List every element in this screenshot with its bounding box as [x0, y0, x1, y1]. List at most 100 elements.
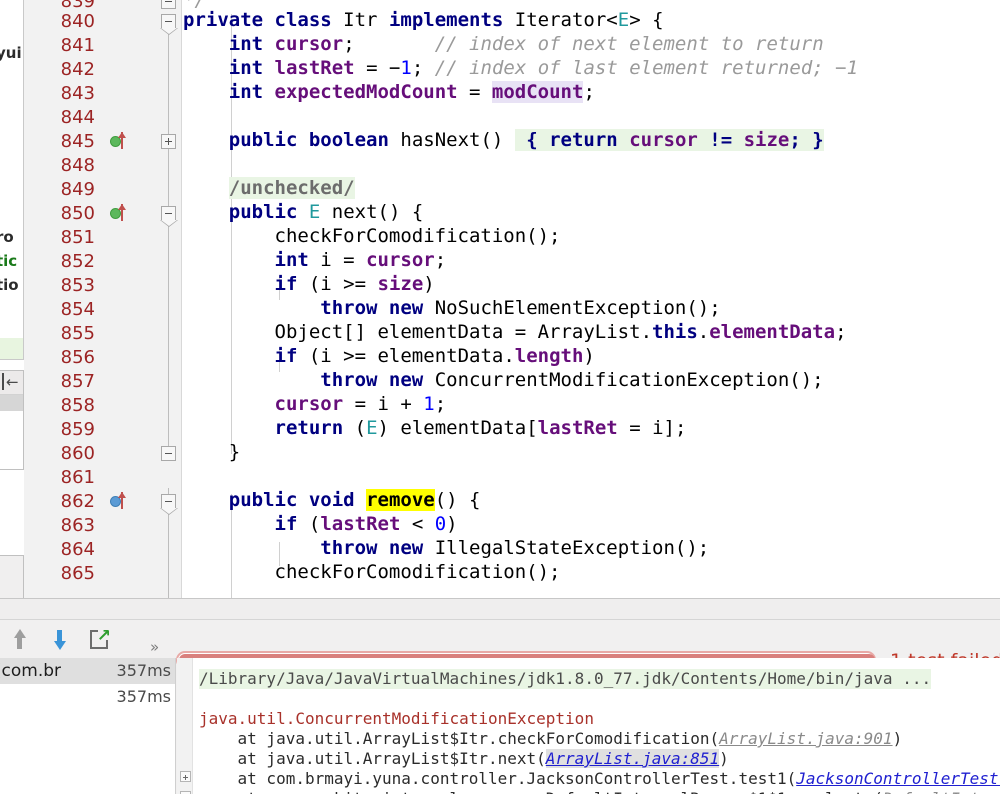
console-stack-line-1[interactable]: at java.util.ArrayList$Itr.next(ArrayLis…: [199, 749, 729, 769]
code-line-841: int cursor; // index of next element to …: [228, 33, 824, 55]
override-arrow-icon[interactable]: [118, 132, 126, 149]
popup-fragment-line-1: ro: [0, 228, 14, 246]
console-stack-line-3[interactable]: at org.mockito.internal.runners.DefaultI…: [199, 789, 1000, 794]
fold-toggle-collapse[interactable]: [160, 14, 178, 35]
more-options-button[interactable]: »: [150, 638, 159, 656]
run-toolbar[interactable]: ↗ » 1 test failed: [0, 620, 1000, 672]
stack-link[interactable]: DefaultInternalRunne: [883, 789, 1000, 794]
test-tree-row-duration: 357ms: [116, 687, 171, 706]
test-console-output[interactable]: /Library/Java/JavaVirtualMachines/jdk1.8…: [177, 658, 1000, 794]
stack-link[interactable]: JacksonControllerTest.java:80: [796, 769, 1000, 788]
console-fold-toggle[interactable]: [180, 771, 191, 782]
secondary-panel-fragment: ←: [0, 370, 24, 470]
line-number: 850: [60, 203, 95, 224]
line-number: 857: [60, 371, 95, 392]
fold-toggle-collapse[interactable]: [161, 0, 176, 9]
stack-prefix: at com.brmayi.yuna.controller.JacksonCon…: [199, 769, 797, 788]
line-number: 844: [60, 107, 95, 128]
line-number: 848: [60, 155, 95, 176]
code-line-852: int i = cursor;: [274, 249, 447, 271]
code-line-845: public boolean hasNext() { return cursor…: [228, 129, 824, 151]
completion-popup-fragment[interactable]: yui ro tic tio: [0, 0, 24, 360]
code-line-865: checkForComodification();: [274, 561, 561, 583]
up-arrow-icon: [14, 629, 26, 650]
stack-link[interactable]: ArrayList.java:851: [545, 749, 720, 768]
line-number: 859: [60, 419, 95, 440]
line-number: 849: [60, 179, 95, 200]
code-line-854: throw new NoSuchElementException();: [320, 297, 721, 319]
prev-failed-test-button[interactable]: [8, 629, 30, 651]
stack-link[interactable]: ArrayList.java:901: [719, 729, 892, 748]
console-exception-line: java.util.ConcurrentModificationExceptio…: [199, 709, 594, 728]
override-arrow-icon[interactable]: [118, 204, 126, 221]
code-line-853: if (i >= size): [274, 273, 435, 295]
popup-selected-row[interactable]: [0, 338, 23, 359]
fold-toggle-collapse[interactable]: [160, 206, 178, 227]
line-number: 845: [60, 131, 95, 152]
code-line-855: Object[] elementData = ArrayList.this.el…: [274, 321, 847, 343]
line-number: 865: [60, 563, 95, 584]
ide-window: yui ro tic tio ← 839 840 841 842 843 844: [0, 0, 1000, 794]
popup-fragment-line-2: tic: [0, 252, 18, 270]
code-line-856: if (i >= elementData.length): [274, 345, 595, 367]
code-line-842: int lastRet = −1; // index of last eleme…: [228, 57, 859, 79]
caret-bar: [2, 373, 4, 390]
export-test-results-button[interactable]: ↗: [88, 628, 111, 651]
editor-gutter[interactable]: 839 840 841 842 843 844 845 848 849 850 …: [24, 0, 182, 598]
code-editor[interactable]: 839 840 841 842 843 844 845 848 849 850 …: [24, 0, 1000, 598]
line-number: 858: [60, 395, 95, 416]
code-line-863: if (lastRet < 0): [274, 513, 458, 535]
left-clipped-panels: yui ro tic tio ←: [0, 0, 24, 598]
gutter-marker-implemented-850[interactable]: [110, 202, 136, 226]
test-tree-row-duration: 357ms: [116, 661, 171, 680]
stack-suffix: ): [892, 729, 903, 748]
secondary-panel-selected-row[interactable]: [0, 395, 23, 411]
run-tool-window[interactable]: ↗ » 1 test failed st (com.br 357ms 357ms: [0, 598, 1000, 794]
code-line-840: private class Itr implements Iterator<E>…: [183, 9, 664, 31]
code-line-850: public E next() {: [228, 201, 424, 223]
next-failed-test-button[interactable]: [48, 629, 70, 651]
secondary-panel-header: ←: [0, 371, 23, 395]
back-arrow-icon[interactable]: ←: [6, 375, 19, 390]
stack-prefix: at java.util.ArrayList$Itr.checkForComod…: [199, 729, 720, 748]
fold-toggle-collapse[interactable]: [161, 446, 176, 461]
override-arrow-icon[interactable]: [118, 492, 126, 509]
test-tree-row[interactable]: st (com.br 357ms: [0, 658, 175, 684]
test-results-tree[interactable]: st (com.br 357ms 357ms: [0, 658, 176, 794]
stack-prefix: at org.mockito.internal.runners.DefaultI…: [199, 789, 883, 794]
popup-fragment-line-3: tio: [0, 276, 19, 294]
console-stack-line-0[interactable]: at java.util.ArrayList$Itr.checkForComod…: [199, 729, 903, 749]
run-tab-bar[interactable]: [0, 599, 1000, 620]
tertiary-panel-fragment: [0, 555, 24, 598]
line-number: 864: [60, 539, 95, 560]
line-number: 861: [60, 467, 95, 488]
export-icon: ↗: [90, 628, 111, 649]
line-number: 841: [60, 35, 95, 56]
stack-prefix: at java.util.ArrayList$Itr.next(: [199, 749, 546, 768]
fold-region-line: [168, 14, 169, 454]
code-line-857: throw new ConcurrentModificationExceptio…: [320, 369, 824, 391]
fold-toggle-expand[interactable]: [161, 134, 176, 149]
test-tree-row[interactable]: 357ms: [0, 684, 175, 710]
fold-toggle-collapse[interactable]: [160, 494, 178, 515]
gutter-marker-implemented-845[interactable]: [110, 130, 136, 154]
line-number: 862: [60, 491, 95, 512]
code-line-860: }: [228, 441, 241, 463]
search-match-highlight: remove: [366, 489, 435, 511]
code-line-849: /unchecked/: [228, 177, 355, 199]
line-number: 860: [60, 443, 95, 464]
line-number: 842: [60, 59, 95, 80]
console-stack-line-2[interactable]: at com.brmayi.yuna.controller.JacksonCon…: [199, 769, 1000, 789]
line-number: 863: [60, 515, 95, 536]
console-command-line: /Library/Java/JavaVirtualMachines/jdk1.8…: [199, 669, 932, 689]
code-line-851: checkForComodification();: [274, 225, 561, 247]
gutter-marker-implemented-862[interactable]: [110, 490, 136, 514]
line-number: 851: [60, 227, 95, 248]
code-line-862: public void remove() {: [228, 489, 481, 511]
code-line-858: cursor = i + 1;: [274, 393, 447, 415]
code-line-843: int expectedModCount = modCount;: [228, 81, 595, 103]
line-number: 843: [60, 83, 95, 104]
popup-fragment-line-0: yui: [0, 44, 22, 62]
down-arrow-icon: [54, 629, 66, 650]
code-text-area[interactable]: */ private class Itr implements Iterator…: [183, 0, 1000, 598]
